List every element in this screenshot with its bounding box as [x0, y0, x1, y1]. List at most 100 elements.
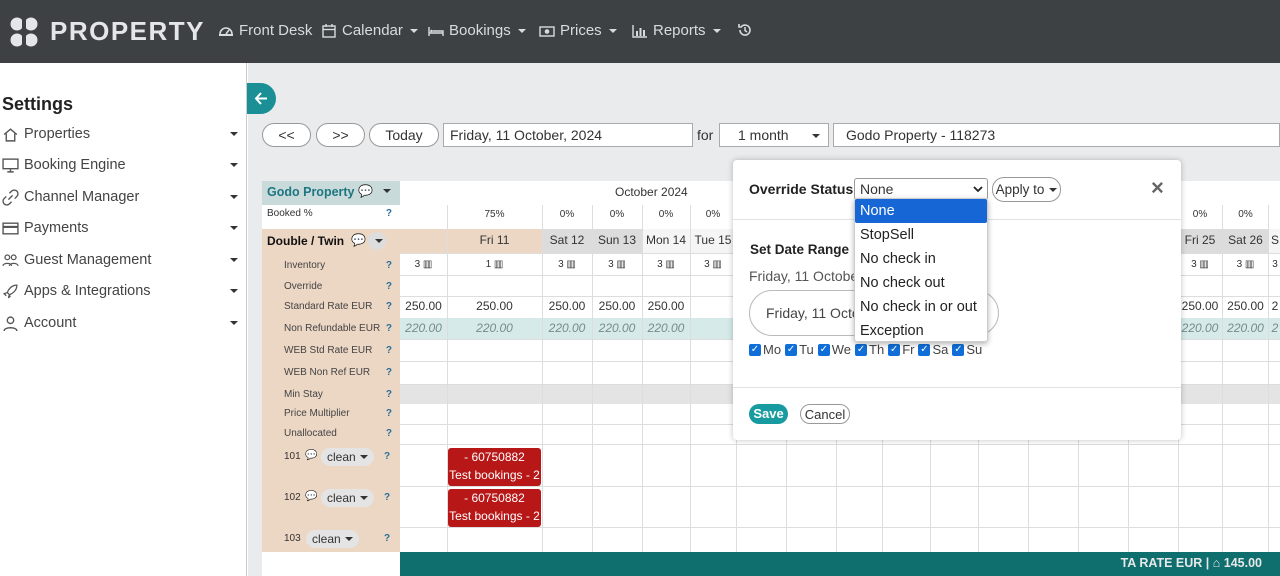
today-button[interactable]: Today — [369, 123, 439, 147]
inventory-cell[interactable]: 3 ▥ — [592, 259, 642, 270]
close-icon[interactable]: × — [1151, 175, 1164, 201]
help-icon[interactable]: ? — [386, 408, 392, 419]
option-no-check-in-or-out[interactable]: No check in or out — [855, 295, 987, 319]
non-refundable-cell[interactable]: 220.00 — [1222, 321, 1269, 335]
standard-rate-cell[interactable]: 250.00 — [542, 299, 592, 313]
booking-block[interactable]: - 60750882 Test bookings - 2 — [448, 448, 541, 486]
room-number[interactable]: 101 — [284, 451, 301, 462]
help-icon[interactable]: ? — [386, 260, 392, 271]
non-refundable-cell[interactable]: 220.00 — [1178, 321, 1222, 335]
inventory-cell[interactable]: 3 ▥ — [1178, 259, 1222, 270]
checkbox-we[interactable]: ✓ We — [817, 342, 851, 357]
non-refundable-cell[interactable]: 220.00 — [400, 321, 447, 335]
room-status-button[interactable]: clean — [321, 448, 374, 466]
help-icon[interactable]: ? — [386, 428, 392, 439]
sidebar-item-apps-integrations[interactable]: Apps & Integrations — [2, 279, 242, 303]
help-icon[interactable]: ? — [386, 345, 392, 356]
checkbox-th[interactable]: ✓ Th — [855, 342, 884, 357]
checkbox-sa[interactable]: ✓ Sa — [918, 342, 948, 357]
date-header[interactable]: Sat 26 — [1222, 230, 1269, 250]
inventory-cell[interactable]: 3 ▥ — [690, 259, 736, 270]
room-status-button[interactable]: clean — [306, 530, 359, 548]
date-input[interactable]: Friday, 11 October, 2024 — [443, 123, 693, 147]
non-refundable-cell[interactable]: 220.00 — [642, 321, 690, 335]
checkbox-su[interactable]: ✓ Su — [952, 342, 982, 357]
property-name[interactable]: Godo Property — [267, 185, 355, 199]
standard-rate-cell[interactable]: 250.00 — [400, 299, 447, 313]
option-none[interactable]: None — [855, 199, 987, 223]
room-number[interactable]: 102 — [284, 492, 301, 503]
chevron-down-icon[interactable] — [383, 189, 391, 193]
date-header[interactable]: Mon 14 — [642, 230, 690, 250]
standard-rate-cell[interactable]: 250.00 — [642, 299, 690, 313]
inventory-cell[interactable]: 3 ▥ — [1222, 259, 1269, 270]
standard-rate-cell[interactable]: 250.00 — [1222, 299, 1269, 313]
standard-rate-cell[interactable]: 2 — [1270, 299, 1280, 313]
help-icon[interactable]: ? — [386, 208, 392, 219]
nav-calendar[interactable]: Calendar — [321, 22, 418, 39]
inventory-cell[interactable]: 1 ▥ — [447, 259, 542, 270]
option-no-check-in[interactable]: No check in — [855, 247, 987, 271]
help-icon[interactable]: ? — [384, 451, 390, 462]
sidebar-item-properties[interactable]: Properties — [2, 122, 242, 146]
inventory-cell[interactable]: 3 ▥ — [542, 259, 592, 270]
sidebar-item-payments[interactable]: Payments — [2, 216, 242, 240]
date-header[interactable]: Tue 15 — [690, 230, 736, 250]
nav-bookings[interactable]: Bookings — [428, 22, 526, 39]
help-icon[interactable]: ? — [386, 367, 392, 378]
room-status-button[interactable]: clean — [321, 489, 374, 507]
comment-icon[interactable]: 💬 — [305, 450, 317, 461]
non-refundable-cell[interactable]: 220.00 — [447, 321, 542, 335]
option-no-check-out[interactable]: No check out — [855, 271, 987, 295]
sidebar-item-channel-manager[interactable]: Channel Manager — [2, 185, 242, 209]
room-number[interactable]: 103 — [284, 533, 301, 544]
checkbox-fr[interactable]: ✓ Fr — [888, 342, 914, 357]
override-status-select[interactable]: None — [854, 178, 988, 200]
booking-block[interactable]: - 60750882 Test bookings - 2 — [448, 489, 541, 527]
logo-text[interactable]: PROPERTY — [50, 16, 205, 47]
help-icon[interactable]: ? — [386, 389, 392, 400]
comment-icon[interactable]: 💬 — [358, 184, 373, 198]
help-icon[interactable]: ? — [384, 492, 390, 503]
cancel-button[interactable]: Cancel — [800, 404, 850, 424]
standard-rate-cell[interactable]: 250.00 — [592, 299, 642, 313]
room-type-menu-button[interactable] — [368, 232, 386, 250]
help-icon[interactable]: ? — [386, 323, 392, 334]
nav-prices[interactable]: Prices — [539, 22, 617, 39]
date-header[interactable]: Sun 13 — [592, 230, 642, 250]
comment-icon[interactable]: 💬 — [351, 233, 366, 247]
non-refundable-cell[interactable]: 220.00 — [592, 321, 642, 335]
help-icon[interactable]: ? — [386, 301, 392, 312]
inventory-cell[interactable]: 3 ▥ — [642, 259, 690, 270]
date-header[interactable]: Fri 11 — [447, 230, 542, 250]
standard-rate-cell[interactable]: 250.00 — [1178, 299, 1222, 313]
date-header[interactable]: Sat 12 — [542, 230, 592, 250]
non-refundable-cell[interactable]: 2 — [1270, 321, 1280, 335]
checkbox-mo[interactable]: ✓ Mo — [749, 342, 781, 357]
help-icon[interactable]: ? — [384, 533, 390, 544]
nav-reports[interactable]: Reports — [632, 22, 721, 39]
range-select[interactable]: 1 month — [719, 123, 829, 147]
nav-front-desk[interactable]: Front Desk — [218, 22, 312, 39]
inventory-cell[interactable]: 3 — [1270, 259, 1280, 270]
next-button[interactable]: >> — [316, 123, 365, 147]
sidebar-item-guest-management[interactable]: Guest Management — [2, 248, 242, 272]
date-header[interactable]: S — [1270, 230, 1280, 250]
property-select[interactable]: Godo Property - 118273 — [833, 123, 1280, 147]
sidebar-item-account[interactable]: Account — [2, 311, 242, 335]
checkbox-tu[interactable]: ✓ Tu — [785, 342, 814, 357]
date-header[interactable]: Fri 25 — [1178, 230, 1222, 250]
inventory-cell[interactable]: 3 ▥ — [400, 259, 447, 270]
standard-rate-cell[interactable]: 250.00 — [447, 299, 542, 313]
history-button[interactable] — [737, 22, 753, 38]
apply-to-button[interactable]: Apply to — [992, 177, 1061, 202]
sidebar-item-booking-engine[interactable]: Booking Engine — [2, 153, 242, 177]
help-icon[interactable]: ? — [386, 281, 392, 292]
option-exception[interactable]: Exception — [855, 319, 987, 343]
option-stopsell[interactable]: StopSell — [855, 223, 987, 247]
prev-button[interactable]: << — [262, 123, 311, 147]
non-refundable-cell[interactable]: 220.00 — [542, 321, 592, 335]
save-button[interactable]: Save — [749, 404, 788, 424]
comment-icon[interactable]: 💬 — [305, 491, 317, 502]
room-type-name[interactable]: Double / Twin — [267, 234, 344, 248]
